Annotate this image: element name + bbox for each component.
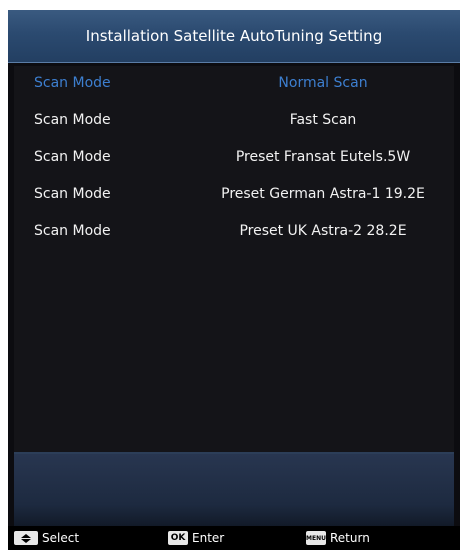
scan-mode-value: Fast Scan: [289, 112, 357, 128]
scan-mode-label: Scan Mode: [34, 112, 111, 128]
ok-key-icon: OK: [168, 531, 188, 545]
return-hint: MENU Return: [306, 531, 370, 545]
scan-mode-label: Scan Mode: [34, 223, 111, 239]
select-hint-label: Select: [42, 531, 80, 545]
scan-mode-list: Scan Mode Normal Scan Scan Mode Fast Sca…: [14, 66, 454, 452]
enter-hint: OK Enter: [168, 531, 224, 545]
return-hint-label: Return: [330, 531, 370, 545]
tv-menu-screen: Installation Satellite AutoTuning Settin…: [8, 10, 460, 550]
menu-title-bar: Installation Satellite AutoTuning Settin…: [8, 10, 460, 63]
info-panel: [14, 454, 454, 526]
scan-mode-row-normal[interactable]: Scan Mode Normal Scan: [14, 66, 454, 102]
enter-hint-label: Enter: [192, 531, 225, 545]
menu-key-icon: MENU: [306, 531, 326, 545]
footer-hints: Select OK Enter MENU Return: [8, 526, 460, 550]
menu-title: Installation Satellite AutoTuning Settin…: [85, 27, 383, 45]
scan-mode-label: Scan Mode: [34, 149, 111, 165]
up-down-arrows-icon: [14, 531, 38, 545]
scan-mode-row-german-astra[interactable]: Scan Mode Preset German Astra-1 19.2E: [14, 177, 454, 213]
scan-mode-row-fransat[interactable]: Scan Mode Preset Fransat Eutels.5W: [14, 140, 454, 176]
select-hint: Select: [14, 531, 79, 545]
scan-mode-value: Preset Fransat Eutels.5W: [235, 149, 411, 165]
scan-mode-label: Scan Mode: [34, 186, 111, 202]
scan-mode-row-fast[interactable]: Scan Mode Fast Scan: [14, 103, 454, 139]
scan-mode-value: Preset UK Astra-2 28.2E: [239, 223, 407, 239]
scan-mode-row-uk-astra[interactable]: Scan Mode Preset UK Astra-2 28.2E: [14, 214, 454, 250]
scan-mode-label: Scan Mode: [34, 75, 111, 91]
scan-mode-value: Normal Scan: [278, 75, 368, 91]
scan-mode-value: Preset German Astra-1 19.2E: [221, 186, 425, 202]
